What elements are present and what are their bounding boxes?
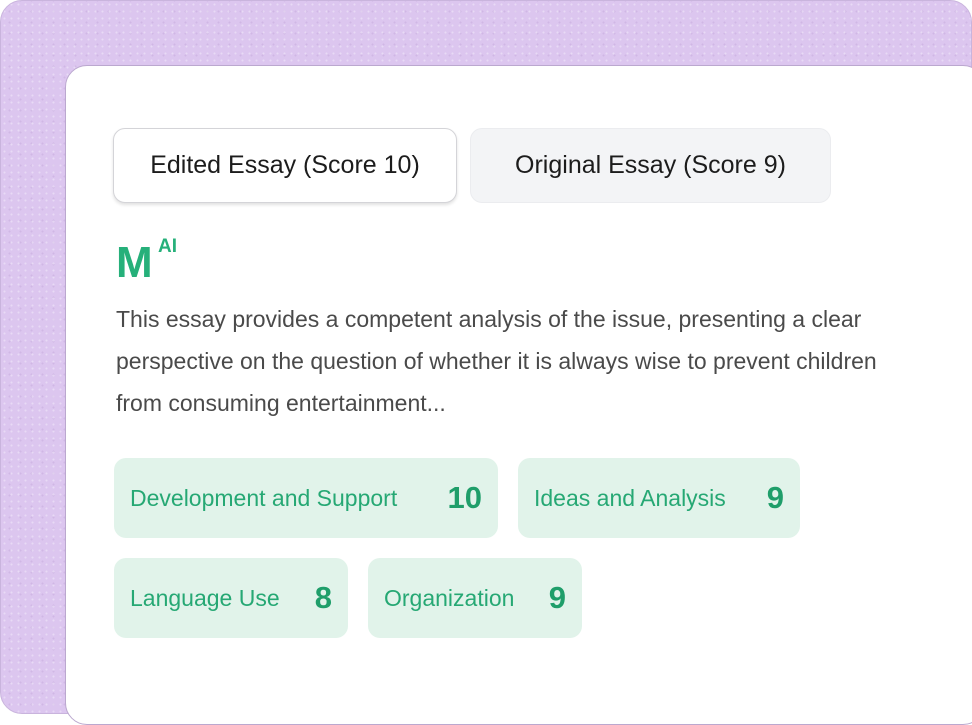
tab-original-essay[interactable]: Original Essay (Score 9) xyxy=(470,128,831,203)
criterion-score: 9 xyxy=(548,580,566,615)
essay-summary: This essay provides a competent analysis… xyxy=(116,306,877,416)
tab-edited-essay-label: Edited Essay (Score 10) xyxy=(150,151,420,179)
mai-logo: M AI xyxy=(116,236,177,288)
logo-superscript: AI xyxy=(158,236,177,257)
criterion-label: Language Use xyxy=(130,584,280,611)
criterion-chip-ideas-and-analysis: Ideas and Analysis 9 xyxy=(518,458,800,538)
criterion-chip-development-and-support: Development and Support 10 xyxy=(114,458,498,538)
logo-letter: M xyxy=(116,238,153,287)
criterion-score: 10 xyxy=(447,480,482,515)
criterion-label: Development and Support xyxy=(130,484,398,511)
tab-edited-essay[interactable]: Edited Essay (Score 10) xyxy=(113,128,457,203)
criterion-label: Organization xyxy=(384,584,515,611)
tab-original-essay-label: Original Essay (Score 9) xyxy=(515,151,786,179)
criterion-score: 9 xyxy=(766,480,784,515)
criterion-label: Ideas and Analysis xyxy=(534,484,726,511)
criterion-score: 8 xyxy=(314,580,332,615)
criterion-chip-organization: Organization 9 xyxy=(368,558,582,638)
criterion-chip-language-use: Language Use 8 xyxy=(114,558,348,638)
